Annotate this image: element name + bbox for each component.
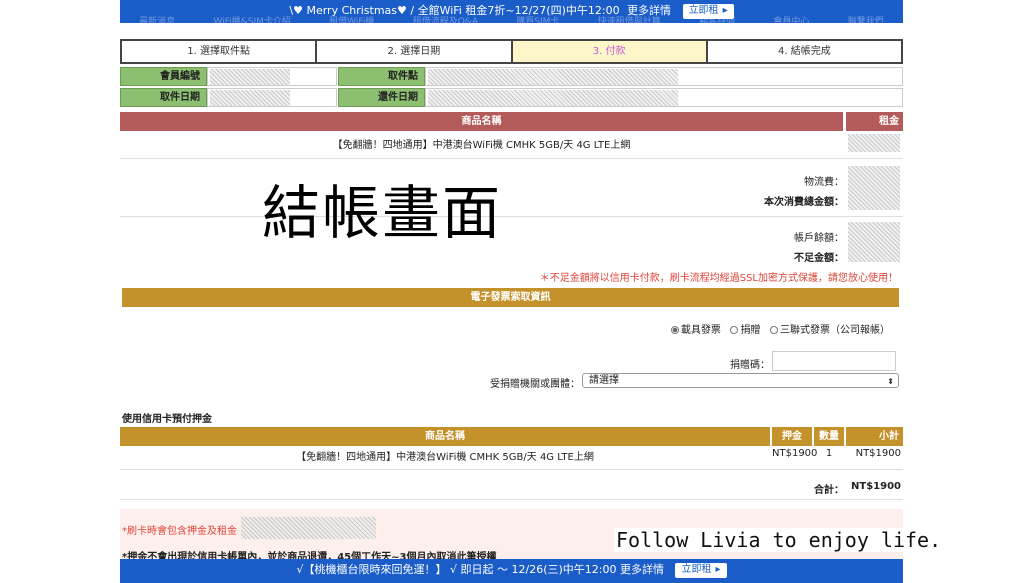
subtotal-header: 小計 bbox=[846, 427, 903, 446]
bottom-promo-text: √【桃機櫃台限時來回免運！】 √ 即日起 ～ 12/26(三)中午12:00 bbox=[296, 563, 617, 576]
pickup-date-value bbox=[207, 88, 337, 107]
bottom-promo-bar: √【桃機櫃台限時來回免運！】 √ 即日起 ～ 12/26(三)中午12:00 更… bbox=[120, 559, 903, 583]
deposit-amount: NT$1900 bbox=[772, 448, 818, 459]
select-caret-icon: ⬍ bbox=[887, 377, 894, 386]
bottom-rent-button[interactable]: 立即租 ▸ bbox=[675, 562, 727, 578]
return-date-value bbox=[425, 88, 903, 107]
order-info-grid: 會員編號 取件點 取件日期 還件日期 bbox=[120, 67, 903, 109]
invoice-option-triplicate[interactable]: 三聯式發票（公司報帳） bbox=[770, 325, 890, 336]
caption-overlay: 結帳畫面 bbox=[262, 179, 503, 247]
more-details-link[interactable]: 更多詳情 bbox=[627, 4, 671, 17]
invoice-option-donate[interactable]: 捐贈 bbox=[730, 325, 760, 336]
rent-header: 租金 bbox=[846, 112, 903, 131]
shortfall-label: 不足金額： bbox=[794, 253, 844, 264]
amount-obscured bbox=[848, 166, 900, 210]
rent-now-button[interactable]: 立即租 ▸ bbox=[682, 3, 734, 19]
deposit-product-name: 【免翻牆！四地通用】中港澳台WiFi機 CMHK 5GB/天 4G LTE上網 bbox=[296, 452, 594, 463]
radio-icon[interactable] bbox=[730, 326, 739, 334]
divider bbox=[120, 216, 903, 217]
step-payment: 3. 付款 bbox=[512, 41, 708, 62]
note-card-charge: *刷卡時會包含押金及租金 bbox=[122, 526, 237, 537]
rent-amount-obscured bbox=[848, 134, 900, 152]
divider bbox=[120, 469, 903, 470]
deposit-total-label: 合計： bbox=[814, 485, 844, 496]
donation-org-label: 受捐贈機關或團體： bbox=[490, 379, 580, 390]
deposit-subtotal: NT$1900 bbox=[855, 448, 901, 459]
invoice-option-label: 三聯式發票（公司報帳） bbox=[780, 325, 890, 336]
deposit-quantity: 1 bbox=[825, 448, 833, 459]
deposit-product-header: 商品名稱 bbox=[120, 427, 770, 446]
invoice-option-label: 載具發票 bbox=[680, 325, 721, 336]
note-obscured bbox=[241, 517, 376, 539]
select-value: 請選擇 bbox=[589, 375, 619, 386]
step-complete: 4. 結帳完成 bbox=[707, 41, 901, 62]
member-id-value bbox=[207, 67, 337, 86]
donation-code-input[interactable] bbox=[772, 351, 896, 371]
step-select-date: 2. 選擇日期 bbox=[317, 41, 513, 62]
divider bbox=[120, 499, 903, 500]
promo-message: \♥ Merry Christmas♥ / 全館WiFi 租金7折~12/27(… bbox=[120, 2, 903, 19]
promo-text: \♥ Merry Christmas♥ / 全館WiFi 租金7折~12/27(… bbox=[289, 4, 620, 17]
checkout-steps: 1. 選擇取件點 2. 選擇日期 3. 付款 4. 結帳完成 bbox=[120, 39, 903, 64]
invoice-type-options: 載具發票 捐贈 三聯式發票（公司報帳） bbox=[670, 321, 890, 336]
arrow-right-icon: ▸ bbox=[722, 4, 728, 16]
product-name: 【免翻牆！四地通用】中港澳台WiFi機 CMHK 5GB/天 4G LTE上網 bbox=[332, 140, 631, 151]
account-balance-label: 帳戶餘額： bbox=[794, 233, 844, 244]
pickup-point-label: 取件點 bbox=[338, 67, 425, 86]
follow-caption: Follow Livia to enjoy life. bbox=[614, 528, 944, 552]
pickup-date-label: 取件日期 bbox=[120, 88, 207, 107]
radio-selected-icon[interactable] bbox=[670, 326, 679, 334]
payment-notice: ＊不足金額將以信用卡付款，刷卡流程均經過SSL加密方式保護，請您放心使用！ bbox=[539, 273, 898, 284]
deposit-header: 押金 bbox=[772, 427, 812, 446]
member-id-label: 會員編號 bbox=[120, 67, 207, 86]
return-date-label: 還件日期 bbox=[338, 88, 425, 107]
deposit-total-value: NT$1900 bbox=[851, 481, 901, 492]
donation-code-label: 捐贈碼： bbox=[730, 360, 770, 371]
divider bbox=[120, 158, 903, 159]
balance-obscured bbox=[848, 222, 900, 262]
arrow-right-icon: ▸ bbox=[715, 563, 721, 575]
bottom-more-link[interactable]: 更多詳情 bbox=[620, 563, 664, 576]
quantity-header: 數量 bbox=[814, 427, 844, 446]
total-amount-label: 本次消費總金額： bbox=[764, 197, 844, 208]
product-name-header: 商品名稱 bbox=[120, 112, 843, 131]
invoice-option-label: 捐贈 bbox=[740, 325, 761, 336]
step-select-pickup: 1. 選擇取件點 bbox=[122, 41, 318, 62]
deposit-title: 使用信用卡預付押金 bbox=[122, 414, 212, 425]
donation-org-select[interactable]: 請選擇 ⬍ bbox=[582, 373, 899, 388]
top-promo-bar: 最新消息 WiFi機&SIM卡介紹 租借WiFi機 租借流程及Q&A 購買SIM… bbox=[120, 0, 903, 23]
rent-now-label: 立即租 bbox=[681, 563, 712, 575]
shipping-fee-label: 物流費： bbox=[804, 177, 844, 188]
radio-icon[interactable] bbox=[770, 326, 778, 334]
e-invoice-header: 電子發票索取資訊 bbox=[122, 288, 899, 307]
pickup-point-value bbox=[425, 67, 903, 86]
rent-now-label: 立即租 bbox=[688, 4, 719, 16]
invoice-option-carrier[interactable]: 載具發票 bbox=[670, 325, 721, 336]
